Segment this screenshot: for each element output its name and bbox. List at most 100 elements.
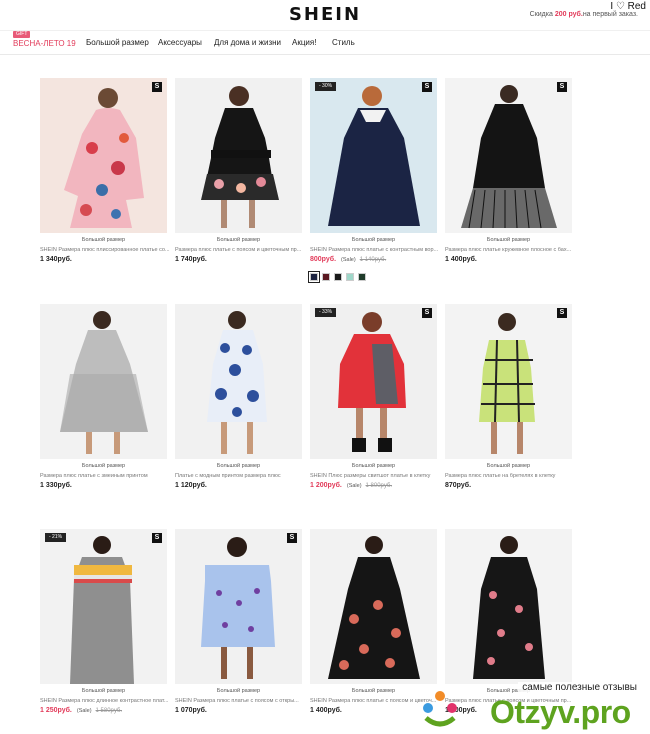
product-image[interactable]: S <box>445 304 572 459</box>
price-row: 1 120руб. <box>175 482 207 489</box>
model-illustration <box>60 311 148 454</box>
product-price: 1 070руб. <box>175 707 207 714</box>
old-price: 1 580руб. <box>95 708 123 714</box>
product-title[interactable]: Размера плюс платье кружевное плосное с … <box>445 247 581 253</box>
product-image[interactable]: S <box>445 78 572 233</box>
product-price: 1 200руб. <box>310 482 342 489</box>
product-title[interactable]: SHEIN Размера плюс платье с контрастным … <box>310 247 446 253</box>
model-illustration <box>207 311 267 454</box>
product-category: Большой размер <box>81 237 126 243</box>
main-nav: GIFT ВЕСНА-ЛЕТО 19 Большой размер Аксесс… <box>0 30 650 55</box>
discount-badge: - 30% <box>315 82 337 91</box>
product-image[interactable]: - 21% S <box>40 529 167 684</box>
nav-item-spring-summer[interactable]: ВЕСНА-ЛЕТО 19 <box>13 39 76 48</box>
color-swatch[interactable] <box>308 271 320 283</box>
color-swatch[interactable] <box>346 273 354 281</box>
price-row: 1 200руб. (Sale) 1 800руб. <box>310 482 392 489</box>
product-price: 1 400руб. <box>445 707 477 714</box>
model-illustration <box>64 88 144 228</box>
product-price: 1 340руб. <box>40 256 72 263</box>
promo-highlight: 200 руб. <box>554 11 583 18</box>
nav-item-accessories[interactable]: Аксессуары <box>158 38 202 47</box>
product-price: 1 740руб. <box>175 256 207 263</box>
product-price: 1 330руб. <box>40 482 72 489</box>
model-illustration <box>328 86 420 226</box>
product-title[interactable]: Размера плюс платье с поясом и цветочным… <box>445 698 581 704</box>
brand-badge: S <box>422 82 432 92</box>
product-image[interactable] <box>175 78 302 233</box>
brand-badge: S <box>152 82 162 92</box>
price-row: 1 400руб. <box>445 707 477 714</box>
promo-banner[interactable]: Скидка 200 руб.на первый заказ. <box>530 11 638 18</box>
sale-label: (Sale) <box>341 257 356 263</box>
old-price: 1 800руб. <box>365 483 393 489</box>
sale-label: (Sale) <box>346 483 362 489</box>
product-title[interactable]: SHEIN Размера плюс платье с поясом и цве… <box>310 698 446 704</box>
product-price: 1 400руб. <box>310 707 342 714</box>
product-image[interactable]: S <box>175 529 302 684</box>
product-price: 800руб. <box>310 256 337 263</box>
product-price: 1 250руб. <box>40 707 72 714</box>
model-illustration <box>473 536 545 679</box>
top-bar: SHEIN Скидка 200 руб.на первый заказ. I … <box>0 0 650 31</box>
product-title[interactable]: SHEIN Размера плюс длинное контрастное п… <box>40 698 176 704</box>
product-title[interactable]: SHEIN Плюс размеры свитшот платье в клет… <box>310 473 446 479</box>
product-category: Большой размер <box>216 237 261 243</box>
product-category: Большой размер <box>216 463 261 469</box>
price-row: 1 250руб. (Sale) 1 580руб. <box>40 707 122 714</box>
brand-badge: S <box>557 308 567 318</box>
product-title[interactable]: Размера плюс платье на бретелях в клетку <box>445 473 581 479</box>
product-category: Большой размер <box>351 463 396 469</box>
price-row: 1 740руб. <box>175 256 207 263</box>
product-image[interactable] <box>310 529 437 684</box>
price-row: 1 330руб. <box>40 482 72 489</box>
product-category: Большой размер <box>486 237 531 243</box>
model-illustration <box>461 85 557 229</box>
product-image[interactable]: - 33% S <box>310 304 437 459</box>
model-illustration <box>70 536 134 684</box>
product-title[interactable]: Платье с модным принтом размера плюс <box>175 473 311 479</box>
nav-item-plus-size[interactable]: Большой размер <box>86 38 149 47</box>
model-illustration <box>201 537 275 679</box>
product-title[interactable]: Размера плюс платье с поясом и цветочным… <box>175 247 311 253</box>
nav-item-home-living[interactable]: Для дома и жизни <box>214 38 281 47</box>
product-title[interactable]: SHEIN Размера плюс плиссированное платье… <box>40 247 176 253</box>
product-image[interactable]: S <box>40 78 167 233</box>
price-row: 1 400руб. <box>445 256 477 263</box>
discount-badge: - 21% <box>45 533 67 542</box>
brand-badge: S <box>422 308 432 318</box>
corner-text: I ♡ Red <box>610 1 646 12</box>
product-category: Большой размер <box>81 688 126 694</box>
product-category: Большой размер <box>486 463 531 469</box>
price-row: 870руб. <box>445 482 471 489</box>
product-image[interactable]: - 30% S <box>310 78 437 233</box>
promo-prefix: Скидка <box>529 11 555 18</box>
model-illustration <box>328 536 420 679</box>
brand-badge: S <box>557 82 567 92</box>
price-row: 1 070руб. <box>175 707 207 714</box>
price-row: 800руб. (Sale) 1 140руб. <box>310 256 386 263</box>
brand-badge: S <box>287 533 297 543</box>
brand-badge: S <box>152 533 162 543</box>
color-swatch[interactable] <box>358 273 366 281</box>
promo-suffix: на первый заказ. <box>582 11 638 18</box>
product-image[interactable] <box>40 304 167 459</box>
product-category: Большой размер <box>81 463 126 469</box>
product-category: Большой размер <box>216 688 261 694</box>
product-category: Большой размер <box>351 688 396 694</box>
product-title[interactable]: Размера плюс платье с змеиным принтом <box>40 473 176 479</box>
nav-item-style[interactable]: Стиль <box>332 38 355 47</box>
model-illustration <box>201 86 279 228</box>
sale-label: (Sale) <box>76 708 92 714</box>
price-row: 1 340руб. <box>40 256 72 263</box>
color-swatch[interactable] <box>334 273 342 281</box>
discount-badge: - 33% <box>315 308 337 317</box>
color-swatch[interactable] <box>322 273 330 281</box>
product-category: Большой размер <box>351 237 396 243</box>
product-image[interactable] <box>175 304 302 459</box>
product-price: 1 400руб. <box>445 256 477 263</box>
nav-item-promo[interactable]: Акция! <box>292 38 316 47</box>
product-title[interactable]: SHEIN Размера плюс платье с поясом с отк… <box>175 698 311 704</box>
model-illustration <box>479 313 535 454</box>
product-image[interactable] <box>445 529 572 684</box>
